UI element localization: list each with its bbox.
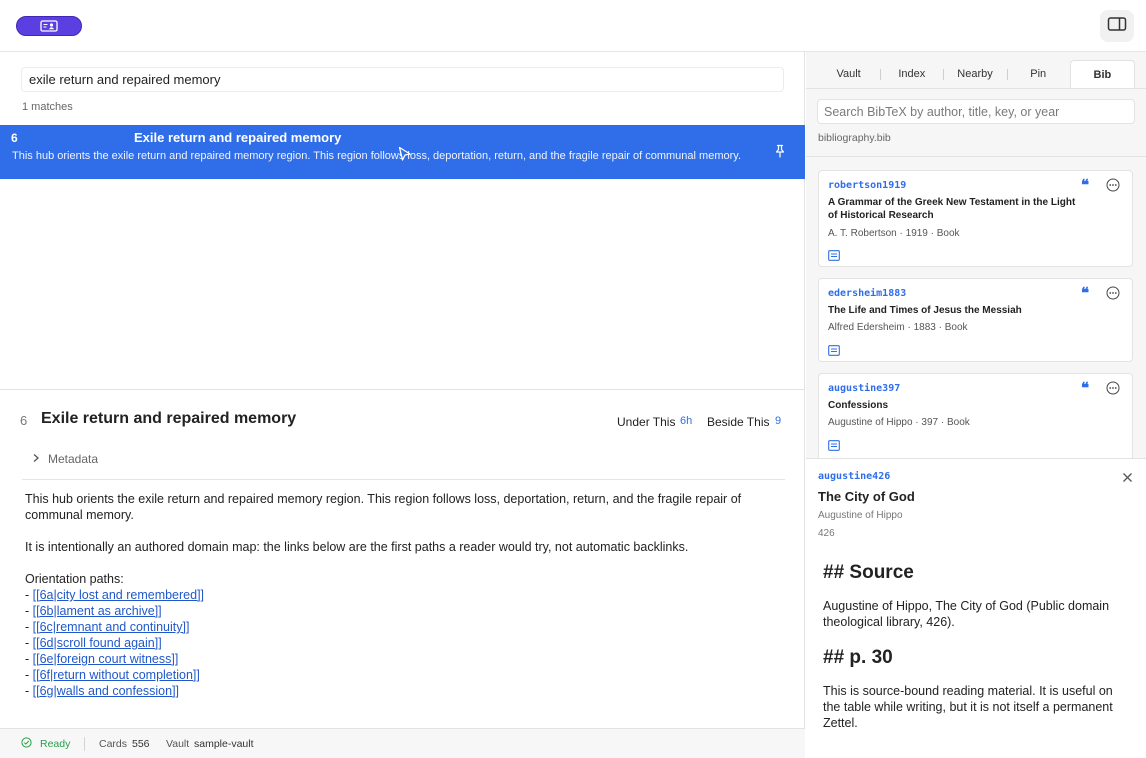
app-button[interactable] <box>16 16 82 36</box>
bib-detail-panel: augustine426 The City of God Augustine o… <box>806 459 1146 758</box>
cards-count: 556 <box>132 738 150 750</box>
under-this-value: 6h <box>680 415 693 427</box>
pin-icon[interactable] <box>774 144 786 163</box>
quote-icon[interactable]: ❝ <box>1081 178 1089 193</box>
bib-entry-meta: A. T. Robertson · 1919 · Book <box>828 228 960 239</box>
vault-label: Vault <box>166 738 190 750</box>
bib-entry-list: robertson1919 ❝ A Grammar of the Greek N… <box>806 157 1146 458</box>
pane-divider <box>0 389 805 390</box>
path-link[interactable]: [[6d|scroll found again]] <box>33 636 162 650</box>
beside-this-label[interactable]: Beside This <box>707 415 769 429</box>
vault-name: sample-vault <box>194 738 254 750</box>
result-snippet: This hub orients the exile return and re… <box>12 150 742 162</box>
status-bar: Ready Cards 556 Vault sample-vault <box>0 728 805 758</box>
tab-bib[interactable]: Bib <box>1069 60 1136 88</box>
path-item: - [[6b|lament as archive]] <box>25 604 162 618</box>
metadata-toggle[interactable]: Metadata <box>32 451 98 467</box>
bib-detail-author: Augustine of Hippo <box>818 510 903 521</box>
bib-entry-key: robertson1919 <box>828 180 907 191</box>
bib-entry-key: edersheim1883 <box>828 288 907 299</box>
search-box[interactable] <box>21 67 784 92</box>
more-options-icon[interactable] <box>1106 381 1120 400</box>
bib-entry-card[interactable]: augustine397 ❝ Confessions Augustine of … <box>818 373 1133 458</box>
source-paragraph: Augustine of Hippo, The City of God (Pub… <box>823 599 1110 629</box>
status-separator <box>84 737 85 751</box>
detail-number: 6 <box>20 413 28 428</box>
beside-this-value: 9 <box>775 415 782 427</box>
more-options-icon[interactable] <box>1106 178 1120 197</box>
mouse-cursor-icon <box>398 146 412 167</box>
quote-icon[interactable]: ❝ <box>1081 381 1089 396</box>
bib-search-box[interactable] <box>817 99 1135 124</box>
chevron-right-icon <box>32 452 40 466</box>
path-link[interactable]: [[6a|city lost and remembered]] <box>33 588 204 602</box>
metadata-label: Metadata <box>48 452 99 466</box>
tab-vault[interactable]: Vault <box>817 60 880 88</box>
status-ready: Ready <box>40 738 71 750</box>
side-tabs: Vault Index Nearby Pin Bib <box>817 60 1136 88</box>
bib-search-input[interactable] <box>818 100 1134 123</box>
path-link[interactable]: [[6g|walls and confession]] <box>33 684 179 698</box>
under-this-label[interactable]: Under This <box>617 415 675 429</box>
note-icon[interactable] <box>828 438 840 456</box>
tab-pin[interactable]: Pin <box>1006 60 1070 88</box>
search-input[interactable] <box>22 68 783 91</box>
sidebar-toggle-icon <box>1107 16 1127 37</box>
body-paragraph: This hub orients the exile return and re… <box>25 492 742 522</box>
path-item: - [[6c|remnant and continuity]] <box>25 620 190 634</box>
note-icon[interactable] <box>828 248 840 266</box>
bib-detail-body: ## Source Augustine of Hippo, The City o… <box>823 545 1129 758</box>
bib-file-name: bibliography.bib <box>818 132 891 144</box>
bib-entry-card[interactable]: edersheim1883 ❝ The Life and Times of Je… <box>818 278 1133 362</box>
bib-entry-meta: Augustine of Hippo · 397 · Book <box>828 417 970 428</box>
tab-nearby[interactable]: Nearby <box>943 60 1006 88</box>
result-number: 6 <box>11 131 18 145</box>
quote-icon[interactable]: ❝ <box>1081 286 1089 301</box>
close-icon[interactable] <box>1122 470 1133 488</box>
path-item: - [[6f|return without completion]] <box>25 668 200 682</box>
bib-entry-title: The Life and Times of Jesus the Messiah <box>828 305 1022 316</box>
check-circle-icon <box>21 737 32 751</box>
path-item: - [[6a|city lost and remembered]] <box>25 588 205 602</box>
path-link[interactable]: [[6f|return without completion]] <box>33 668 200 682</box>
bib-entry-key: augustine397 <box>828 383 901 394</box>
path-link[interactable]: [[6b|lament as archive]] <box>33 604 162 618</box>
match-count: 1 matches <box>22 101 73 113</box>
bib-detail-year: 426 <box>818 528 835 539</box>
orientation-paths: - [[6a|city lost and remembered]] - [[6b… <box>25 587 204 699</box>
path-item: - [[6d|scroll found again]] <box>25 636 162 650</box>
result-row[interactable]: 6 Exile return and repaired memory This … <box>0 125 805 179</box>
more-options-icon[interactable] <box>1106 286 1120 305</box>
note-icon[interactable] <box>828 343 840 361</box>
bib-entry-meta: Alfred Edersheim · 1883 · Book <box>828 322 968 333</box>
page-paragraph: This is source-bound reading material. I… <box>823 684 1113 730</box>
path-link[interactable]: [[6e|foreign court witness]] <box>33 652 179 666</box>
orientation-label: Orientation paths: <box>25 572 124 586</box>
side-panel: Vault Index Nearby Pin Bib bibliography.… <box>806 52 1146 758</box>
source-heading: ## Source <box>823 562 914 583</box>
detail-title: Exile return and repaired memory <box>41 410 297 427</box>
body-paragraph: It is intentionally an authored domain m… <box>25 540 689 554</box>
path-link[interactable]: [[6c|remnant and continuity]] <box>33 620 190 634</box>
bib-entry-card[interactable]: robertson1919 ❝ A Grammar of the Greek N… <box>818 170 1133 267</box>
main-pane: 1 matches 6 Exile return and repaired me… <box>0 52 805 728</box>
bib-detail-key: augustine426 <box>818 471 891 482</box>
id-card-icon <box>40 20 58 32</box>
tabs-divider <box>806 88 1146 89</box>
page-heading: ## p. 30 <box>823 647 893 668</box>
bib-entry-title: Confessions <box>828 400 889 411</box>
bib-detail-title: The City of God <box>818 489 915 504</box>
result-title: Exile return and repaired memory <box>134 130 342 145</box>
top-bar <box>0 0 1146 52</box>
path-item: - [[6e|foreign court witness]] <box>25 652 179 666</box>
bib-entry-title: A Grammar of the Greek New Testament in … <box>828 197 1076 221</box>
cards-label: Cards <box>99 738 128 750</box>
tab-index[interactable]: Index <box>880 60 943 88</box>
metadata-divider <box>22 479 785 480</box>
toggle-sidebar-button[interactable] <box>1100 10 1134 42</box>
path-item: - [[6g|walls and confession]] <box>25 684 180 698</box>
